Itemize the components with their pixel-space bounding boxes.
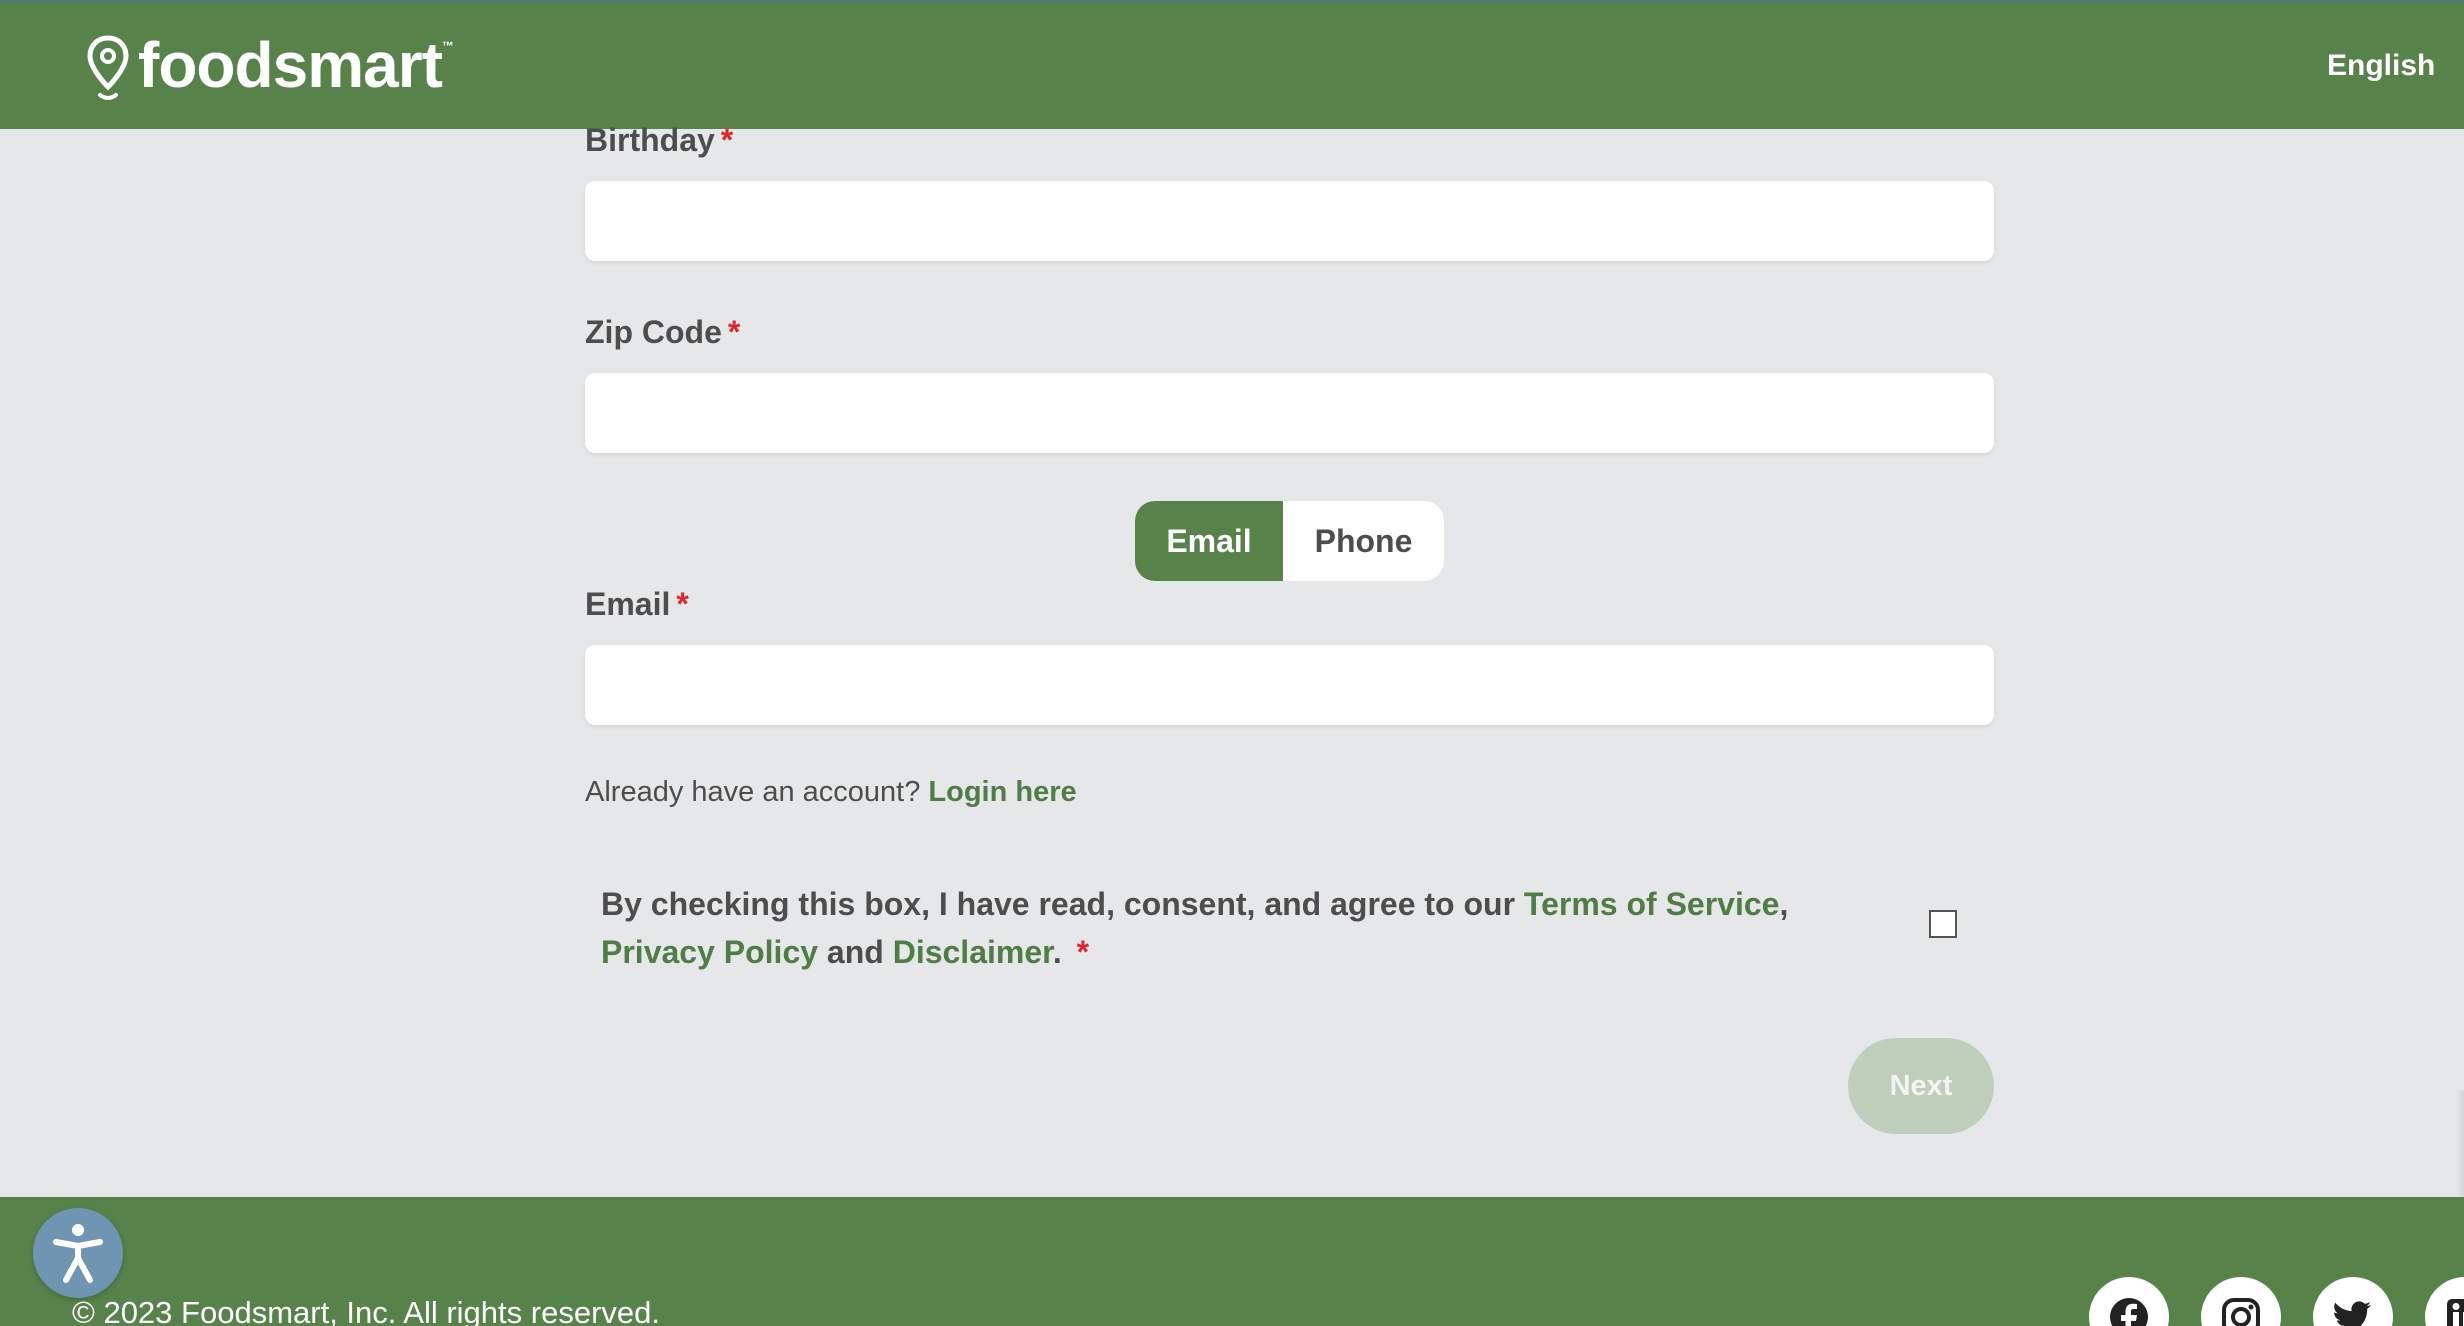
twitter-icon: [2334, 1301, 2371, 1326]
email-input[interactable]: [585, 645, 1994, 725]
site-footer: © 2023 Foodsmart, Inc. All rights reserv…: [0, 1197, 2464, 1326]
language-selector[interactable]: English: [2327, 49, 2464, 83]
consent-text: By checking this box, I have read, conse…: [601, 880, 1841, 976]
next-button[interactable]: Next: [1848, 1038, 1994, 1134]
zip-code-input[interactable]: [585, 373, 1994, 453]
disclaimer-link[interactable]: Disclaimer: [893, 934, 1053, 970]
login-prompt: Already have an account? Login here: [585, 776, 1077, 809]
consent-checkbox[interactable]: [1929, 910, 1957, 938]
map-pin-icon: [87, 35, 129, 100]
email-label: Email *: [585, 586, 689, 622]
language-label: English: [2327, 49, 2436, 82]
contact-method-toggle: Email Phone: [1135, 501, 1444, 581]
edge-shadow: [2456, 1090, 2464, 1200]
zip-code-label: Zip Code *: [585, 314, 741, 350]
instagram-link[interactable]: [2201, 1277, 2281, 1326]
phone-toggle-button[interactable]: Phone: [1283, 501, 1444, 581]
copyright-text: © 2023 Foodsmart, Inc. All rights reserv…: [72, 1295, 660, 1326]
twitter-link[interactable]: [2313, 1277, 2393, 1326]
accessibility-icon: [53, 1224, 103, 1283]
instagram-icon: [2222, 1298, 2260, 1326]
facebook-link[interactable]: [2089, 1277, 2169, 1326]
linkedin-icon: [2447, 1299, 2464, 1326]
birthday-label: Birthday *: [585, 122, 734, 158]
required-marker: *: [1076, 934, 1090, 970]
terms-of-service-link[interactable]: Terms of Service: [1524, 886, 1780, 922]
privacy-policy-link[interactable]: Privacy Policy: [601, 934, 818, 970]
birthday-input[interactable]: [585, 181, 1994, 261]
foodsmart-logo[interactable]: foodsmart ™: [86, 33, 454, 105]
site-header: foodsmart ™ English: [0, 0, 2464, 129]
consent-comma: ,: [1779, 886, 1789, 922]
already-account-text: Already have an account?: [585, 776, 921, 808]
logo-text: foodsmart: [138, 29, 443, 101]
required-marker: *: [727, 314, 741, 350]
email-toggle-button[interactable]: Email: [1135, 501, 1283, 581]
required-marker: *: [720, 122, 734, 158]
consent-period: .: [1052, 934, 1062, 970]
accessibility-button[interactable]: [33, 1208, 123, 1298]
linkedin-link[interactable]: [2425, 1277, 2464, 1326]
required-marker: *: [676, 586, 689, 622]
consent-and: and: [826, 934, 884, 970]
facebook-icon: [2110, 1298, 2148, 1326]
consent-prefix: By checking this box, I have read, conse…: [601, 886, 1516, 922]
logo-trademark: ™: [441, 39, 454, 53]
login-link[interactable]: Login here: [928, 776, 1076, 808]
